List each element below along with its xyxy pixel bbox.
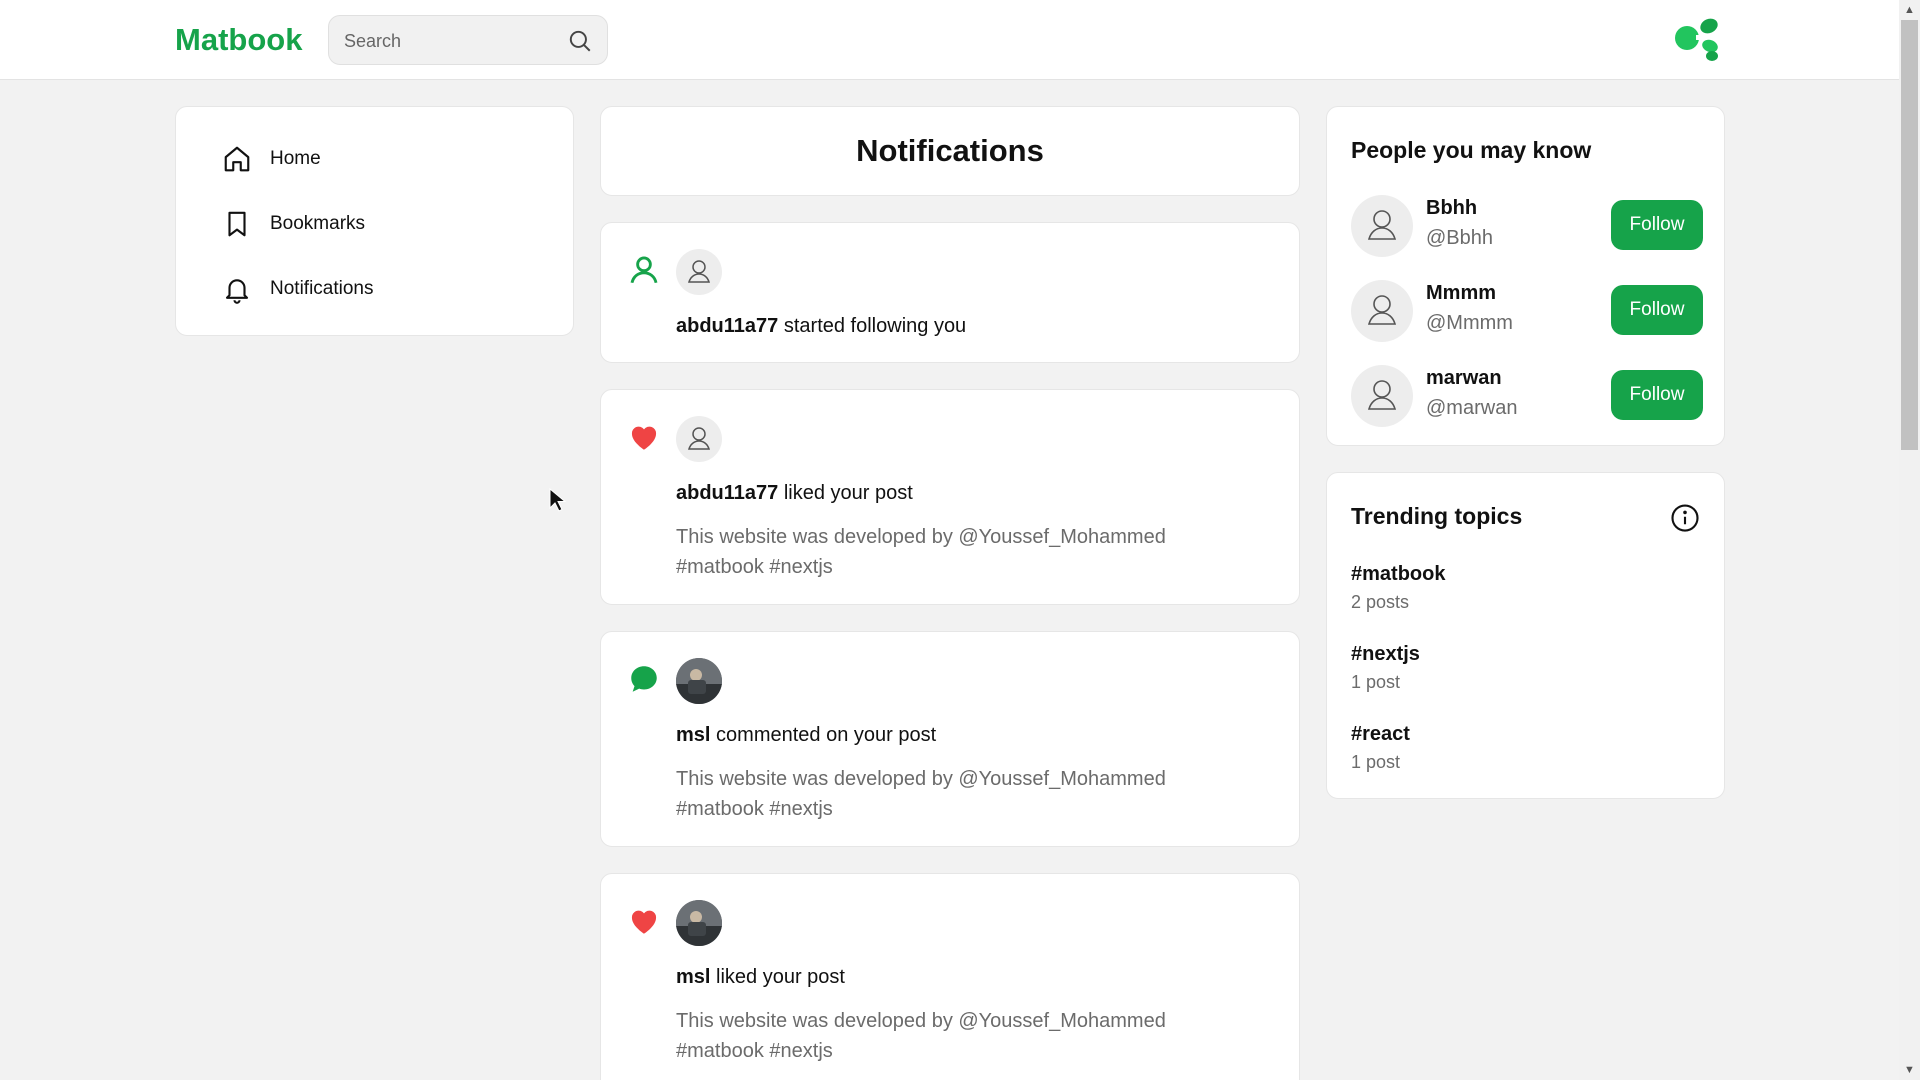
notification-item[interactable]: abdu11a77 liked your post This website w…: [600, 389, 1300, 605]
notification-user[interactable]: abdu11a77: [676, 482, 778, 504]
profile-avatar[interactable]: [1672, 14, 1726, 64]
avatar[interactable]: [676, 416, 722, 462]
follow-button[interactable]: Follow: [1611, 370, 1703, 420]
suggested-user: marwan @marwan Follow: [1351, 365, 1703, 427]
top-bar: Matbook: [0, 0, 1899, 80]
trending-topic[interactable]: #matbook 2 posts: [1351, 563, 1445, 613]
scroll-down-icon[interactable]: ▼: [1899, 1060, 1920, 1080]
notification-text: msl liked your post: [676, 966, 845, 989]
user-handle: @Mmmm: [1426, 312, 1513, 334]
notification-text: abdu11a77 started following you: [676, 315, 966, 338]
trending-topics: Trending topics #matbook 2 posts #nextjs…: [1326, 472, 1725, 799]
follow-button[interactable]: Follow: [1611, 285, 1703, 335]
post-preview[interactable]: This website was developed by @Youssef_M…: [676, 764, 1236, 824]
avatar[interactable]: [1351, 195, 1413, 257]
bookmark-icon: [228, 211, 246, 237]
nav-item-label: Notifications: [270, 278, 374, 299]
avatar[interactable]: [1351, 365, 1413, 427]
page-title: Notifications: [856, 133, 1044, 168]
default-avatar-icon: [687, 427, 711, 450]
sidebar-nav: Home Bookmarks Notifications: [175, 106, 574, 336]
user-name[interactable]: Bbhh: [1426, 197, 1477, 220]
default-avatar-icon: [1367, 380, 1397, 410]
notification-action: liked your post: [716, 966, 845, 988]
notification-text: abdu11a77 liked your post: [676, 482, 913, 505]
user-follow-icon: [630, 256, 658, 284]
nav-item-bookmarks[interactable]: Bookmarks: [222, 206, 365, 242]
user-handle: @Bbhh: [1426, 227, 1494, 249]
bell-icon: [225, 279, 249, 304]
post-preview[interactable]: This website was developed by @Youssef_M…: [676, 522, 1236, 582]
user-name[interactable]: marwan: [1426, 367, 1502, 390]
info-icon[interactable]: [1670, 503, 1700, 533]
notification-user[interactable]: msl: [676, 724, 710, 746]
notification-user[interactable]: msl: [676, 966, 710, 988]
notification-action: started following you: [783, 315, 967, 337]
trending-title: Trending topics: [1351, 503, 1523, 529]
search-icon[interactable]: [567, 28, 593, 54]
topic-tag: #matbook: [1351, 563, 1446, 585]
heart-icon: [631, 910, 657, 934]
user-name[interactable]: Mmmm: [1426, 282, 1496, 305]
notifications-header: Notifications: [600, 106, 1300, 196]
scroll-up-icon[interactable]: ▲: [1899, 0, 1920, 20]
search-input[interactable]: [344, 28, 564, 54]
scrollbar-thumb[interactable]: [1901, 20, 1918, 450]
avatar[interactable]: [1351, 280, 1413, 342]
post-preview[interactable]: This website was developed by @Youssef_M…: [676, 1006, 1236, 1066]
avatar[interactable]: [676, 900, 722, 946]
topic-count: 2 posts: [1351, 592, 1410, 612]
app-logo[interactable]: Matbook: [175, 22, 302, 58]
suggested-user: Bbhh @Bbhh Follow: [1351, 195, 1703, 257]
home-icon: [224, 146, 250, 172]
nav-item-label: Bookmarks: [270, 213, 366, 234]
topic-count: 1 post: [1351, 752, 1401, 772]
default-avatar-icon: [1367, 295, 1397, 325]
notification-user[interactable]: abdu11a77: [676, 315, 778, 337]
nav-item-label: Home: [270, 148, 321, 169]
nav-item-notifications[interactable]: Notifications: [222, 271, 374, 307]
default-avatar-icon: [1367, 210, 1397, 240]
notification-action: commented on your post: [716, 724, 937, 746]
avatar[interactable]: [676, 249, 722, 295]
notification-item[interactable]: msl liked your post This website was dev…: [600, 873, 1300, 1080]
topic-tag: #react: [1351, 723, 1410, 745]
topic-tag: #nextjs: [1351, 643, 1420, 665]
nav-item-home[interactable]: Home: [222, 141, 321, 177]
comment-icon: [631, 666, 657, 692]
people-title: People you may know: [1351, 137, 1592, 163]
people-you-may-know: People you may know Bbhh @Bbhh Follow Mm…: [1326, 106, 1725, 446]
user-photo-icon: [676, 900, 722, 946]
suggested-user: Mmmm @Mmmm Follow: [1351, 280, 1703, 342]
search-box[interactable]: [328, 15, 608, 65]
notification-item[interactable]: abdu11a77 started following you: [600, 222, 1300, 363]
avatar[interactable]: [676, 658, 722, 704]
default-avatar-icon: [687, 260, 711, 283]
heart-icon: [631, 426, 657, 450]
notification-text: msl commented on your post: [676, 724, 936, 747]
notification-item[interactable]: msl commented on your post This website …: [600, 631, 1300, 847]
page-scrollbar[interactable]: ▲ ▼: [1899, 0, 1920, 1080]
mouse-cursor-icon: [549, 488, 567, 512]
topic-count: 1 post: [1351, 672, 1401, 692]
trending-topic[interactable]: #react 1 post: [1351, 723, 1410, 773]
user-handle: @marwan: [1426, 397, 1518, 419]
follow-button[interactable]: Follow: [1611, 200, 1703, 250]
notification-action: liked your post: [783, 482, 913, 504]
user-photo-icon: [676, 658, 722, 704]
trending-topic[interactable]: #nextjs 1 post: [1351, 643, 1420, 693]
